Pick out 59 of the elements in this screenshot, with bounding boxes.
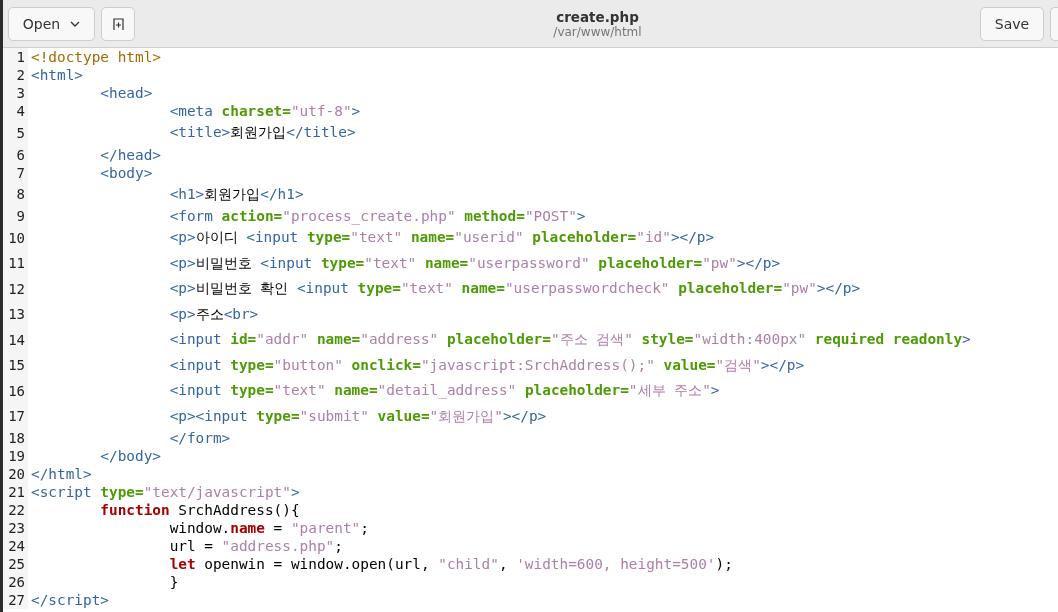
code-line: window.name = "parent";: [168, 520, 369, 536]
line-number: 25: [3, 555, 28, 573]
line-number: 18: [3, 429, 28, 447]
line-number: 10: [3, 225, 28, 251]
line-number: 4: [3, 102, 28, 120]
line-number: 20: [3, 465, 28, 483]
line-number: 21: [3, 483, 28, 501]
line-number: 8: [3, 181, 28, 207]
code-line: <input type="text" name="detail_address" placeholder="세부 주소">: [168, 381, 720, 401]
new-tab-icon: [111, 16, 125, 31]
line-number: 3: [3, 84, 28, 102]
code-line: <meta charset="utf-8">: [168, 103, 361, 119]
code-line: <p>비밀번호 확인 <input type="text" name="userpasswordcheck" placeholder="pw"></p>: [168, 279, 861, 299]
line-number: 22: [3, 501, 28, 519]
line-number: 15: [3, 352, 28, 378]
line-number: 11: [3, 250, 28, 276]
code-line: </script>: [30, 592, 109, 608]
open-button[interactable]: Open: [8, 6, 95, 41]
line-number: 26: [3, 573, 28, 591]
code-line: <head>: [99, 85, 153, 101]
code-line: }: [168, 574, 179, 590]
code-line: <html>: [30, 67, 83, 83]
line-number: 1: [3, 48, 28, 66]
caret-icon: [70, 20, 81, 27]
line-number: 9: [3, 207, 28, 225]
line-number: 16: [3, 378, 28, 404]
code-line: let openwin = window.open(url, "child", 'width=600, height=500');: [168, 556, 733, 572]
code-line: <form action="process_create.php" method="POST">: [168, 208, 586, 224]
line-number: 5: [3, 120, 28, 146]
code-line: </head>: [99, 146, 161, 163]
line-number: 19: [3, 447, 28, 465]
code-line: <h1>회원가입</h1>: [168, 184, 304, 204]
save-button[interactable]: Save: [980, 6, 1044, 41]
code-line: <title>회원가입</title>: [168, 123, 356, 143]
window-title: create.php: [556, 8, 639, 25]
code-line: <input type="button" onclick="javascript:SrchAddress();" value="검색"></p>: [168, 355, 805, 375]
line-number: 24: [3, 537, 28, 555]
line-number: 13: [3, 301, 28, 327]
code-line: function SrchAddress(){: [99, 502, 300, 518]
line-number: 14: [3, 327, 28, 353]
file-path: /var/www/html: [553, 24, 642, 39]
code-line: <body>: [99, 164, 153, 181]
code-line: </form>: [168, 430, 231, 446]
line-number: 2: [3, 66, 28, 84]
line-number: 17: [3, 403, 28, 429]
code-line: <p>주소<br>: [168, 304, 259, 324]
code-line: </body>: [99, 448, 161, 464]
code-line: url = "address.php";: [168, 538, 343, 554]
line-number: 27: [3, 591, 28, 609]
code-line: </html>: [30, 466, 92, 482]
line-number: 12: [3, 276, 28, 302]
code-line: <input id="addr" name="address" placeholder="주소 검색" style="width:400px" required readonly>: [168, 330, 971, 350]
code-line: <!doctype html>: [30, 49, 161, 65]
line-number: 23: [3, 519, 28, 537]
code-line: <p>비밀번호 <input type="text" name="userpassword" placeholder="pw"></p>: [168, 253, 781, 273]
code-line: <script type="text/javascript">: [30, 484, 300, 500]
new-tab-button[interactable]: [101, 6, 135, 41]
code-line: <p>아이디 <input type="text" name="userid" placeholder="id"></p>: [168, 228, 715, 248]
code-line: <p><input type="submit" value="회원가입"></p>: [168, 406, 547, 426]
